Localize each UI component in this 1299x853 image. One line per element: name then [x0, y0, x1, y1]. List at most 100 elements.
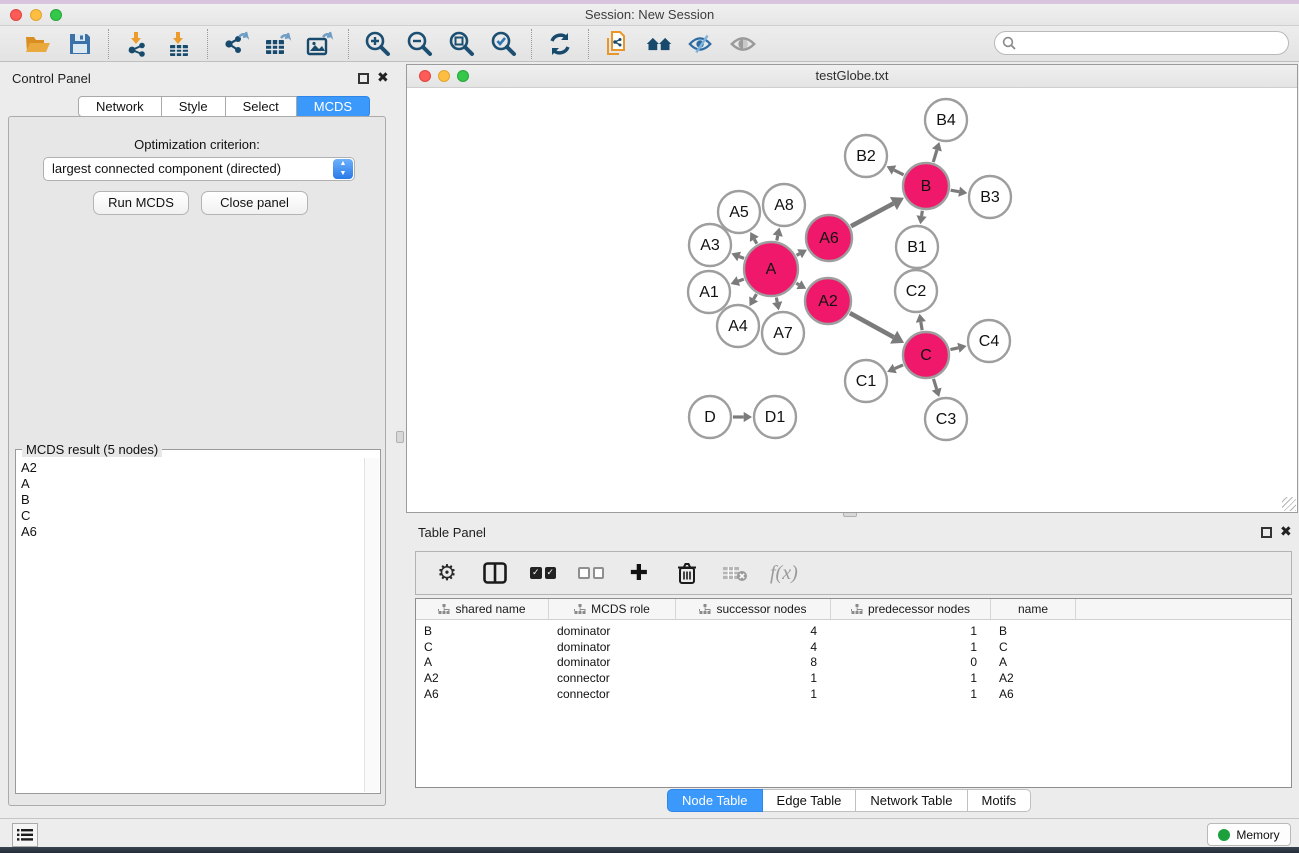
mcds-result-scrollbar[interactable]: [364, 458, 379, 792]
export-image-icon[interactable]: [306, 30, 334, 58]
zoom-window-button[interactable]: [50, 9, 62, 21]
open-session-icon[interactable]: [24, 30, 52, 58]
edge-A-A2[interactable]: [796, 283, 799, 284]
table-row[interactable]: A6connector11A6: [416, 686, 1291, 702]
network-minimize-button[interactable]: [438, 70, 450, 82]
tab-node-table[interactable]: Node Table: [667, 789, 763, 812]
clone-network-icon[interactable]: [603, 30, 631, 58]
column-header-predecessor-nodes[interactable]: predecessor nodes: [831, 599, 991, 619]
table-panel-mode-icon[interactable]: [482, 560, 508, 586]
memory-button[interactable]: Memory: [1207, 823, 1291, 846]
table-panel-float-icon[interactable]: [1261, 527, 1272, 538]
table-row[interactable]: A2connector11A2: [416, 670, 1291, 686]
tab-select[interactable]: Select: [226, 96, 297, 117]
control-panel-close-icon[interactable]: ✖: [377, 72, 389, 83]
mcds-result-item[interactable]: A2: [21, 460, 365, 476]
edge-C-C4[interactable]: [950, 348, 958, 350]
close-panel-button[interactable]: Close panel: [201, 191, 308, 215]
criterion-select[interactable]: largest connected component (directed) ▲…: [43, 157, 355, 181]
graph-node-label: D1: [765, 409, 786, 426]
network-resize-grip-icon[interactable]: [1282, 497, 1296, 511]
edge-A-A5[interactable]: [754, 239, 756, 243]
graph-node-label: A6: [819, 230, 839, 247]
mcds-result-item[interactable]: A6: [21, 524, 365, 540]
edge-A2-C[interactable]: [850, 313, 894, 337]
tab-network-table[interactable]: Network Table: [856, 789, 967, 812]
table-row[interactable]: Cdominator41C: [416, 639, 1291, 655]
import-network-icon[interactable]: [123, 30, 151, 58]
close-window-button[interactable]: [10, 9, 22, 21]
tab-motifs[interactable]: Motifs: [968, 789, 1032, 812]
control-panel-float-icon[interactable]: [358, 73, 369, 84]
edge-A-A1[interactable]: [738, 279, 743, 281]
column-type-icon: [851, 604, 863, 615]
run-mcds-button[interactable]: Run MCDS: [93, 191, 189, 215]
tab-edge-table[interactable]: Edge Table: [763, 789, 857, 812]
column-header-successor-nodes[interactable]: successor nodes: [676, 599, 831, 619]
table-panel-close-icon[interactable]: ✖: [1280, 526, 1292, 537]
network-window-titlebar[interactable]: testGlobe.txt: [407, 65, 1297, 88]
zoom-out-icon[interactable]: [405, 30, 433, 58]
tab-style[interactable]: Style: [162, 96, 226, 117]
refresh-icon[interactable]: [546, 30, 574, 58]
edge-A-A6[interactable]: [797, 254, 800, 256]
edge-A6-B[interactable]: [851, 203, 893, 226]
vertical-splitter-grip[interactable]: [396, 431, 404, 443]
show-all-icon: [729, 30, 757, 58]
mcds-result-item[interactable]: A: [21, 476, 365, 492]
export-table-icon[interactable]: [264, 30, 292, 58]
network-zoom-button[interactable]: [457, 70, 469, 82]
zoom-in-icon[interactable]: [363, 30, 391, 58]
cell-name: A: [991, 654, 1076, 670]
column-header-MCDS-role[interactable]: MCDS role: [549, 599, 676, 619]
table-settings-gear-icon[interactable]: ⚙: [434, 560, 460, 586]
column-header-name[interactable]: name: [991, 599, 1076, 619]
network-canvas[interactable]: ABCA6A2A5A8A3A1A4A7B4B2B3B1C2C4C1C3DD1: [407, 88, 1297, 512]
select-all-columns-icon[interactable]: [530, 560, 556, 586]
import-table-icon[interactable]: [165, 30, 193, 58]
zoom-fit-icon[interactable]: [447, 30, 475, 58]
search-input[interactable]: [994, 31, 1289, 55]
edge-A-A8[interactable]: [777, 236, 778, 241]
edge-C-C3[interactable]: [933, 379, 936, 389]
cell-successor-nodes: 1: [676, 670, 831, 686]
zoom-selected-icon[interactable]: [489, 30, 517, 58]
network-graph[interactable]: ABCA6A2A5A8A3A1A4A7B4B2B3B1C2C4C1C3DD1: [407, 88, 1297, 512]
table-row[interactable]: Adominator80A: [416, 654, 1291, 670]
column-type-icon: [699, 604, 711, 615]
graph-node-label: C1: [856, 373, 877, 390]
edge-B-B4[interactable]: [933, 150, 937, 162]
edge-B-B3[interactable]: [951, 190, 959, 191]
select-stepper-icon: ▲▼: [333, 159, 353, 179]
add-column-icon[interactable]: ✚: [626, 560, 652, 586]
mcds-result-list[interactable]: A2ABCA6: [17, 458, 365, 792]
save-session-icon[interactable]: [66, 30, 94, 58]
table-row[interactable]: Bdominator41B: [416, 623, 1291, 639]
tab-network[interactable]: Network: [78, 96, 162, 117]
deselect-all-columns-icon[interactable]: [578, 560, 604, 586]
edge-B-B1[interactable]: [922, 211, 923, 216]
column-header-shared-name[interactable]: shared name: [416, 599, 549, 619]
delete-column-icon[interactable]: [674, 560, 700, 586]
graph-node-label: A8: [774, 197, 794, 214]
export-network-icon[interactable]: [222, 30, 250, 58]
edge-A-A7[interactable]: [776, 298, 777, 303]
mcds-result-item[interactable]: B: [21, 492, 365, 508]
network-close-button[interactable]: [419, 70, 431, 82]
table-panel-title: Table Panel: [418, 525, 486, 540]
edge-A-A3[interactable]: [739, 256, 744, 258]
cell-predecessor-nodes: 1: [831, 670, 991, 686]
task-history-button[interactable]: [12, 823, 38, 847]
first-neighbors-icon[interactable]: [645, 30, 673, 58]
minimize-window-button[interactable]: [30, 9, 42, 21]
edge-C-C1[interactable]: [895, 365, 903, 369]
edge-C-C2[interactable]: [921, 322, 922, 330]
edge-A-A4[interactable]: [754, 294, 757, 299]
delete-table-icon: [722, 560, 748, 586]
hide-others-icon[interactable]: [687, 30, 715, 58]
graph-node-label: A2: [818, 293, 838, 310]
cell-successor-nodes: 1: [676, 686, 831, 702]
tab-mcds[interactable]: MCDS: [297, 96, 370, 117]
mcds-result-item[interactable]: C: [21, 508, 365, 524]
edge-B-B2[interactable]: [894, 170, 904, 175]
